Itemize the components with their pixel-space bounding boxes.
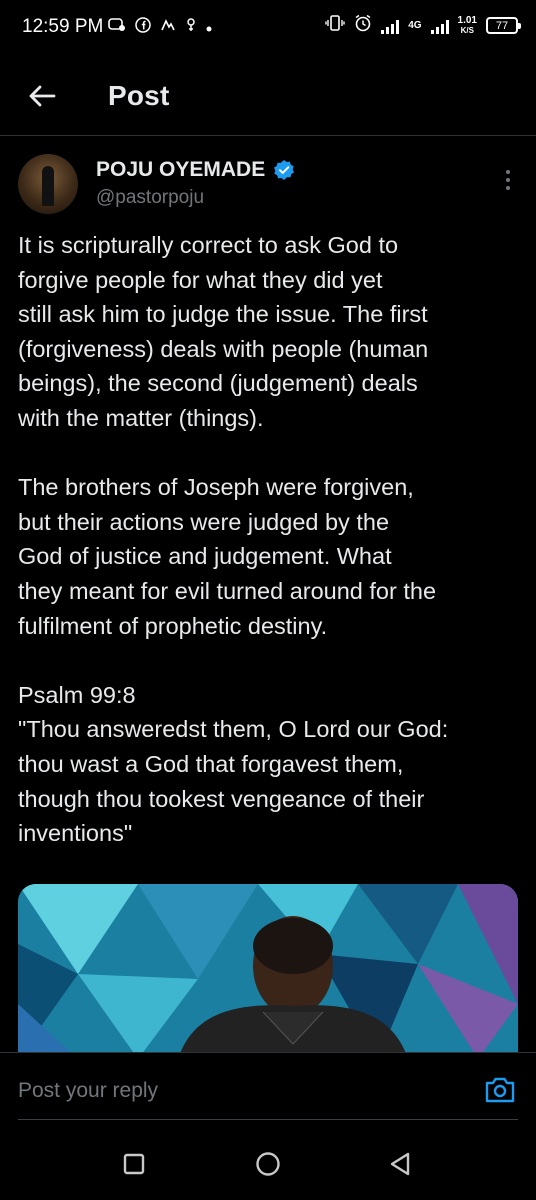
- reply-input[interactable]: Post your reply: [18, 1079, 158, 1103]
- app-notification-icon: [160, 18, 176, 38]
- status-bar: 12:59 PM 4G 1.01 K/S 77: [0, 0, 536, 56]
- post-media-image[interactable]: [18, 884, 518, 1059]
- signal-strength-icon-2: [430, 18, 449, 34]
- post-text: It is scripturally correct to ask God to…: [18, 232, 449, 847]
- home-button[interactable]: [254, 1150, 282, 1178]
- back-triangle-icon: [390, 1152, 410, 1176]
- network-type-label: 4G: [408, 19, 422, 31]
- network-type: 4G: [408, 19, 422, 31]
- system-nav-bar: [0, 1124, 536, 1200]
- post-author: POJU OYEMADE @pastorpoju: [18, 154, 518, 216]
- home-icon: [256, 1152, 280, 1176]
- camera-icon: [485, 1077, 515, 1103]
- divider: [18, 1119, 518, 1120]
- back-arrow-icon: [29, 85, 56, 107]
- more-notifications-dot: [206, 18, 212, 38]
- network-speed-value: 1.01: [457, 14, 477, 26]
- author-handle[interactable]: @pastorpoju: [96, 187, 204, 209]
- network-speed-unit: K/S: [460, 25, 474, 35]
- header: Post: [0, 56, 536, 136]
- facebook-icon: [135, 17, 151, 39]
- more-options-button[interactable]: [498, 168, 518, 192]
- notification-icons: [108, 17, 212, 39]
- back-button[interactable]: [22, 78, 62, 114]
- battery-level: 77: [495, 19, 509, 32]
- network-speed: 1.01 K/S: [457, 14, 477, 36]
- recents-icon: [123, 1153, 145, 1175]
- author-name[interactable]: POJU OYEMADE: [96, 158, 265, 182]
- alarm-icon: [354, 14, 372, 37]
- battery-icon: 77: [486, 17, 521, 34]
- page-title: Post: [108, 80, 170, 111]
- signal-strength-icon: [381, 18, 400, 34]
- author-name-row[interactable]: POJU OYEMADE: [96, 158, 295, 182]
- status-right-icons: 4G 1.01 K/S 77: [325, 14, 521, 37]
- vibrate-icon: [325, 15, 345, 36]
- recents-button[interactable]: [120, 1150, 148, 1178]
- camera-button[interactable]: [484, 1075, 516, 1105]
- status-time: 12:59 PM: [22, 16, 104, 37]
- location-icon: [185, 17, 197, 39]
- reply-bar: Post your reply: [0, 1052, 536, 1124]
- verified-badge-icon: [274, 160, 295, 180]
- messaging-app-icon: [108, 17, 126, 39]
- avatar[interactable]: [18, 154, 78, 214]
- back-nav-button[interactable]: [386, 1150, 414, 1178]
